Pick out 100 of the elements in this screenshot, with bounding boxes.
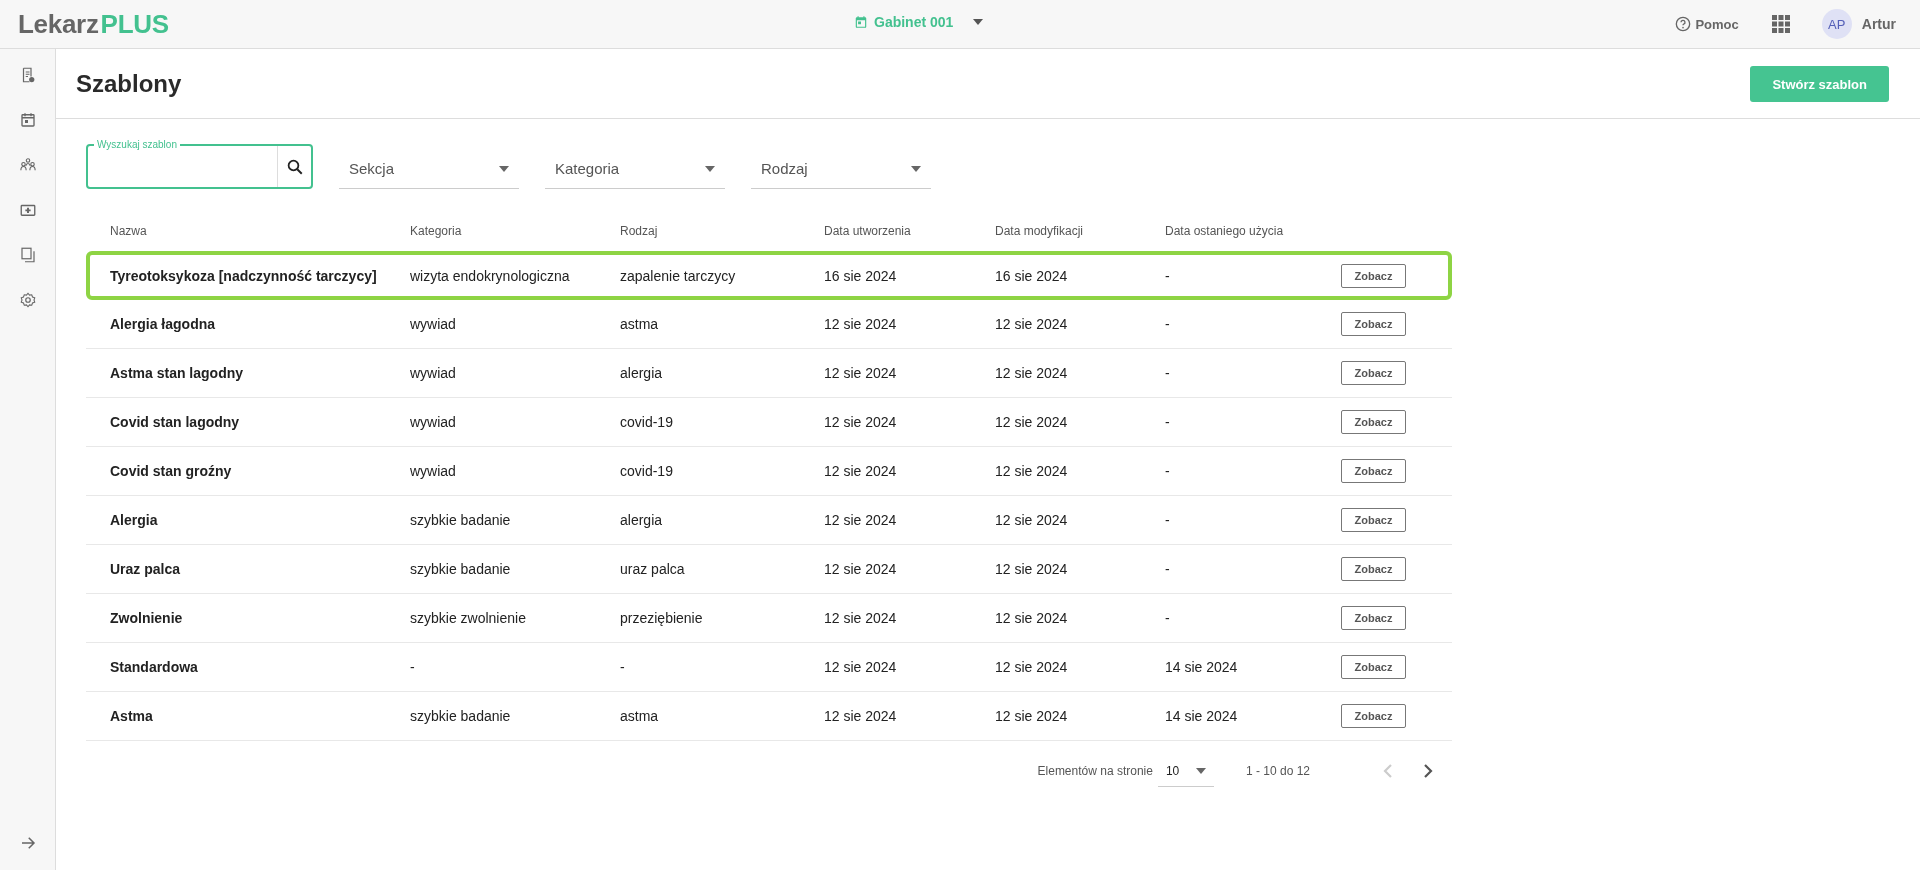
table-cell: - bbox=[410, 659, 415, 675]
table-cell: 12 sie 2024 bbox=[824, 316, 897, 332]
table-cell: 16 sie 2024 bbox=[824, 267, 897, 284]
user-name[interactable]: Artur bbox=[1861, 16, 1896, 32]
table-cell: wywiad bbox=[410, 365, 456, 381]
settings-icon[interactable] bbox=[18, 291, 37, 309]
table-row[interactable]: Alergia łagodna wywiad astma 12 sie 2024 12 sie 2024 - Zobacz bbox=[86, 300, 1452, 349]
caret-icon bbox=[911, 165, 921, 172]
table-cell: 12 sie 2024 bbox=[995, 561, 1068, 577]
table-cell: - bbox=[1165, 512, 1170, 528]
view-button[interactable]: Zobacz bbox=[1341, 361, 1406, 385]
table-cell: 12 sie 2024 bbox=[995, 659, 1068, 675]
table-cell: zapalenie tarczycy bbox=[620, 267, 736, 284]
table-row[interactable]: Covid stan groźny wywiad covid-19 12 sie 2024 12 sie 2024 - Zobacz bbox=[86, 447, 1452, 496]
table-cell: 12 sie 2024 bbox=[995, 610, 1068, 626]
table-cell: 12 sie 2024 bbox=[824, 414, 897, 430]
per-page-label: Elementów na stronie bbox=[1037, 764, 1153, 778]
table-row[interactable]: Astma stan lagodny wywiad alergia 12 sie 2024 12 sie 2024 - Zobacz bbox=[86, 349, 1452, 398]
filter-dropdown[interactable]: Sekcja bbox=[339, 149, 519, 189]
view-button[interactable]: Zobacz bbox=[1341, 263, 1406, 288]
table-cell: Alergia bbox=[110, 512, 158, 528]
view-button[interactable]: Zobacz bbox=[1341, 704, 1406, 728]
view-button[interactable]: Zobacz bbox=[1341, 312, 1406, 336]
table-cell: covid-19 bbox=[620, 414, 673, 430]
table-row[interactable]: Astma szybkie badanie astma 12 sie 2024 12 sie 2024 14 sie 2024 Zobacz bbox=[86, 692, 1452, 741]
table-cell: 12 sie 2024 bbox=[824, 365, 897, 381]
caret-icon bbox=[499, 165, 509, 172]
table-cell: - bbox=[1165, 365, 1170, 381]
user-avatar[interactable]: AP bbox=[1821, 9, 1852, 39]
table-cell: wywiad bbox=[410, 316, 456, 332]
table-cell: przeziębienie bbox=[620, 610, 703, 626]
caret-icon bbox=[973, 19, 984, 25]
help-button[interactable]: Pomoc bbox=[1675, 16, 1739, 32]
table-cell: 14 sie 2024 bbox=[1165, 659, 1238, 675]
per-page-dropdown[interactable]: 10 bbox=[1157, 755, 1214, 787]
view-button[interactable]: Zobacz bbox=[1341, 410, 1406, 434]
column-header: Kategoria bbox=[410, 224, 462, 238]
table-cell: covid-19 bbox=[620, 463, 673, 479]
table-cell: Tyreotoksykoza [nadczynność tarczycy] bbox=[110, 267, 377, 284]
table-cell: alergia bbox=[620, 365, 663, 381]
table-cell: - bbox=[1165, 414, 1170, 430]
table-cell: Uraz palca bbox=[110, 561, 181, 577]
table-cell: - bbox=[1165, 316, 1170, 332]
table-cell: 14 sie 2024 bbox=[1165, 708, 1238, 724]
view-button[interactable]: Zobacz bbox=[1341, 655, 1406, 679]
column-header: Data utworzenia bbox=[824, 224, 911, 238]
caret-icon bbox=[1195, 767, 1206, 774]
table-cell: - bbox=[1165, 561, 1170, 577]
table-cell: 12 sie 2024 bbox=[824, 659, 897, 675]
view-button[interactable]: Zobacz bbox=[1341, 606, 1406, 630]
logo[interactable]: LekarzPLUS bbox=[18, 8, 169, 40]
table-cell: szybkie badanie bbox=[410, 561, 511, 577]
table-cell: szybkie badanie bbox=[410, 708, 511, 724]
table-cell: - bbox=[620, 659, 625, 675]
table-cell: - bbox=[1165, 610, 1170, 626]
table-cell: wywiad bbox=[410, 414, 456, 430]
table-row[interactable]: Tyreotoksykoza [nadczynność tarczycy] wizyta endokrynologiczna zapalenie tarczycy 16 sie 2024 16 sie 2024 - Zobacz bbox=[86, 251, 1452, 300]
calendar-icon bbox=[854, 15, 868, 29]
search-label: Wyszukaj szablon bbox=[94, 139, 180, 151]
search-icon[interactable] bbox=[285, 157, 304, 176]
page-title: Szablony bbox=[76, 69, 182, 98]
view-button[interactable]: Zobacz bbox=[1341, 459, 1406, 483]
chevron-right-icon[interactable] bbox=[1422, 763, 1434, 779]
table-row[interactable]: Alergia szybkie badanie alergia 12 sie 2024 12 sie 2024 - Zobacz bbox=[86, 496, 1452, 545]
page-range: 1 - 10 do 12 bbox=[1245, 764, 1310, 778]
table-cell: astma bbox=[620, 708, 659, 724]
table-cell: Zwolnienie bbox=[110, 610, 183, 626]
table-cell: 12 sie 2024 bbox=[995, 414, 1068, 430]
table-row[interactable]: Standardowa - - 12 sie 2024 12 sie 2024 14 sie 2024 Zobacz bbox=[86, 643, 1452, 692]
apps-grid-icon[interactable] bbox=[1771, 15, 1790, 33]
table-cell: 12 sie 2024 bbox=[995, 463, 1068, 479]
table-cell: alergia bbox=[620, 512, 663, 528]
table-cell: astma bbox=[620, 316, 659, 332]
table-cell: szybkie zwolnienie bbox=[410, 610, 526, 626]
table-cell: wizyta endokrynologiczna bbox=[410, 267, 570, 284]
table-cell: 12 sie 2024 bbox=[995, 365, 1068, 381]
copy-icon[interactable] bbox=[18, 246, 37, 264]
table-cell: - bbox=[1165, 267, 1170, 284]
table-cell: Covid stan lagodny bbox=[110, 414, 240, 430]
table-row[interactable]: Zwolnienie szybkie zwolnienie przeziębienie 12 sie 2024 12 sie 2024 - Zobacz bbox=[86, 594, 1452, 643]
table-cell: Standardowa bbox=[110, 659, 198, 675]
help-icon bbox=[1675, 16, 1692, 32]
table-cell: 12 sie 2024 bbox=[995, 708, 1068, 724]
table-cell: 16 sie 2024 bbox=[995, 267, 1068, 284]
table-cell: 12 sie 2024 bbox=[995, 512, 1068, 528]
view-button[interactable]: Zobacz bbox=[1341, 557, 1406, 581]
filter-dropdown[interactable]: Rodzaj bbox=[751, 149, 931, 189]
column-header: Rodzaj bbox=[620, 224, 658, 238]
table-cell: uraz palca bbox=[620, 561, 685, 577]
column-header: Data ostaniego użycia bbox=[1165, 224, 1284, 238]
table-row[interactable]: Covid stan lagodny wywiad covid-19 12 sie 2024 12 sie 2024 - Zobacz bbox=[86, 398, 1452, 447]
table-cell: 12 sie 2024 bbox=[824, 708, 897, 724]
filter-dropdown[interactable]: Kategoria bbox=[545, 149, 725, 189]
calendar-icon[interactable] bbox=[18, 111, 37, 129]
table-cell: Covid stan groźny bbox=[110, 463, 232, 479]
table-cell: 12 sie 2024 bbox=[824, 512, 897, 528]
column-header: Data modyfikacji bbox=[995, 224, 1084, 238]
table-cell: - bbox=[1165, 463, 1170, 479]
table-row[interactable]: Uraz palca szybkie badanie uraz palca 12 sie 2024 12 sie 2024 - Zobacz bbox=[86, 545, 1452, 594]
view-button[interactable]: Zobacz bbox=[1341, 508, 1406, 532]
